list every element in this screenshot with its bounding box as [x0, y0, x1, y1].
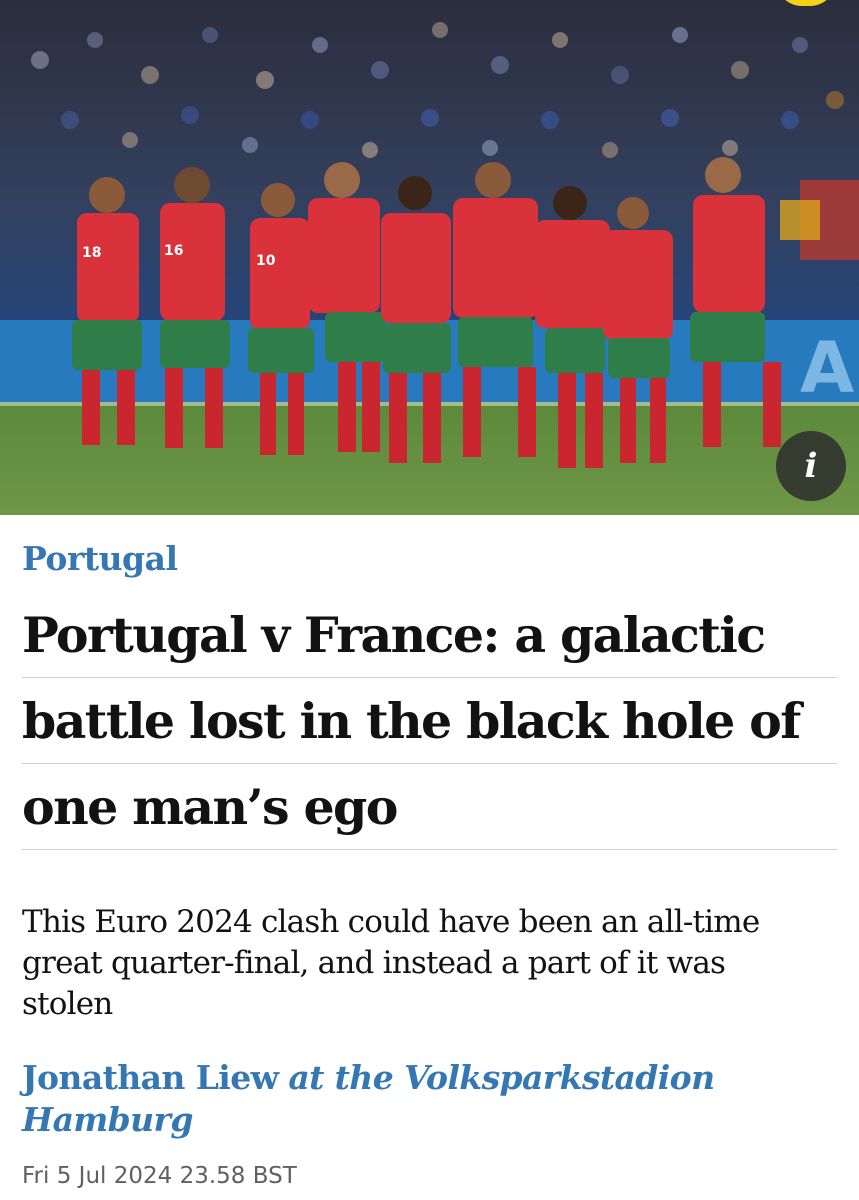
team-photo-illustration: A 18 16 10 [0, 0, 859, 515]
headline-line: Portugal v France: a galactic [22, 592, 837, 678]
article-header: Portugal Portugal v France: a galactic b… [0, 539, 859, 1189]
info-button[interactable]: i [776, 431, 846, 501]
publish-date: Fri 5 Jul 2024 23.58 BST [22, 1163, 297, 1189]
headline: Portugal v France: a galactic battle los… [22, 592, 837, 850]
svg-text:16: 16 [164, 243, 183, 259]
byline: Jonathan Liew at the Volksparkstadion Ha… [22, 1057, 822, 1141]
svg-text:10: 10 [256, 253, 276, 269]
standfirst: This Euro 2024 clash could have been an … [22, 904, 760, 1022]
headline-line: battle lost in the black hole of [22, 678, 837, 764]
svg-text:A: A [800, 327, 854, 409]
info-icon: i [804, 446, 818, 486]
headline-line: one man’s ego [22, 764, 837, 850]
svg-text:18: 18 [82, 245, 101, 261]
byline-author-link[interactable]: Jonathan Liew [22, 1058, 279, 1097]
section-kicker-link[interactable]: Portugal [22, 539, 837, 578]
hero-photo: A 18 16 10 i [0, 0, 859, 515]
